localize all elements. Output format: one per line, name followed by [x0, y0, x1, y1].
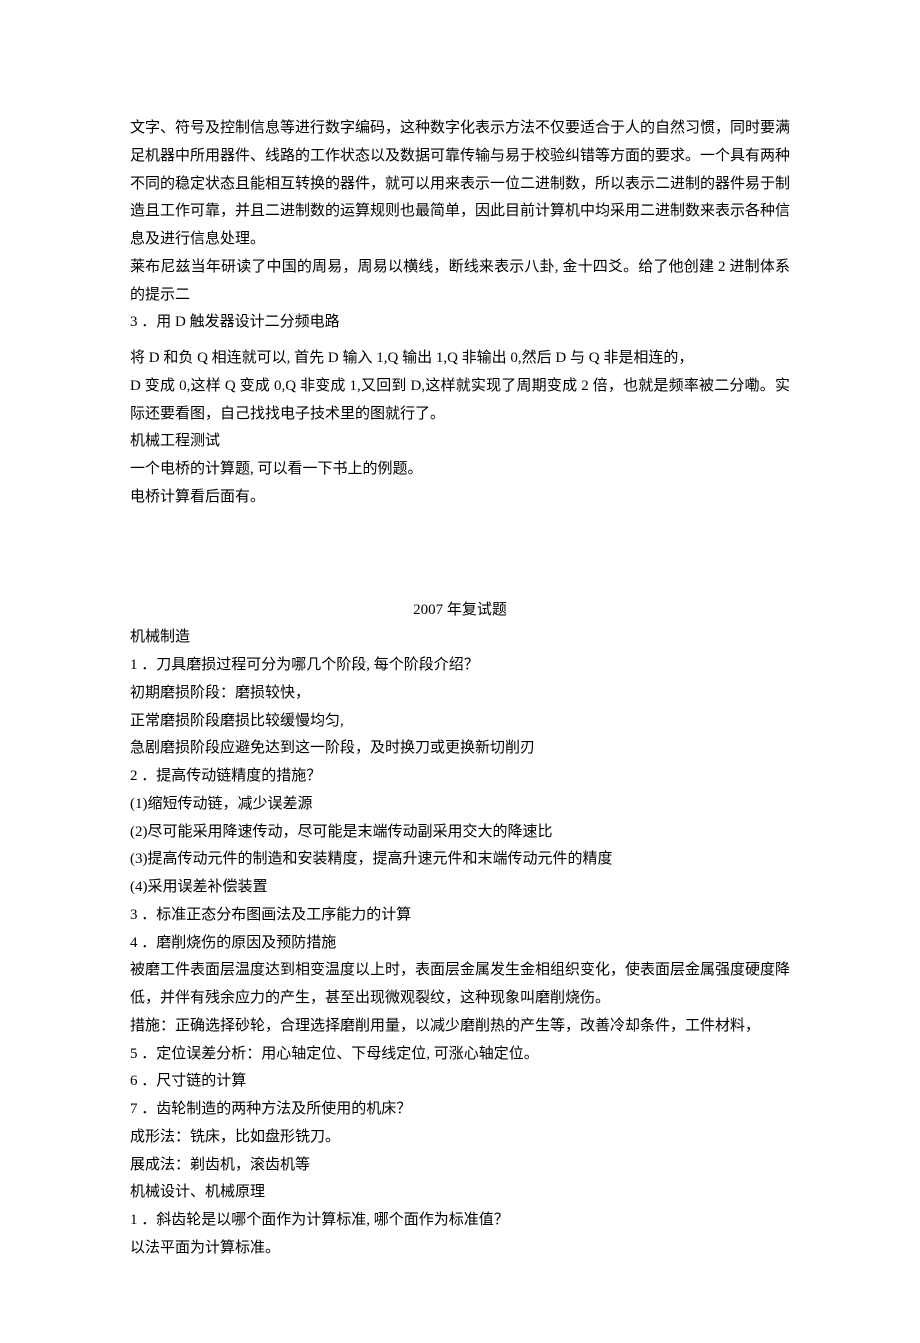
paragraph: 1 ．刀具磨损过程可分为哪几个阶段, 每个阶段介绍？ — [130, 652, 790, 680]
section-heading: 2007 年复试题 — [130, 597, 790, 625]
paragraph: 机械工程测试 — [130, 428, 790, 456]
paragraph: 4 ．磨削烧伤的原因及预防措施 — [130, 930, 790, 958]
paragraph: 一个电桥的计算题, 可以看一下书上的例题。 — [130, 456, 790, 484]
paragraph: (3)提高传动元件的制造和安装精度，提高升速元件和末端传动元件的精度 — [130, 846, 790, 874]
document-page: 文字、符号及控制信息等进行数字编码，这种数字化表示方法不仅要适合于人的自然习惯，… — [0, 0, 920, 1343]
paragraph: (1)缩短传动链，减少误差源 — [130, 791, 790, 819]
paragraph: 成形法：铣床，比如盘形铣刀。 — [130, 1124, 790, 1152]
paragraph: 文字、符号及控制信息等进行数字编码，这种数字化表示方法不仅要适合于人的自然习惯，… — [130, 115, 790, 254]
spacer — [130, 512, 790, 597]
paragraph: 机械设计、机械原理 — [130, 1179, 790, 1207]
paragraph: 2 ．提高传动链精度的措施？ — [130, 763, 790, 791]
paragraph: 机械制造 — [130, 624, 790, 652]
paragraph: 莱布尼兹当年研读了中国的周易，周易以横线，断线来表示八卦, 金十四爻。给了他创建… — [130, 254, 790, 310]
paragraph: 3 ．用 D 触发器设计二分频电路 — [130, 309, 790, 337]
paragraph: 措施：正确选择砂轮，合理选择磨削用量，以减少磨削热的产生等，改善冷却条件，工件材… — [130, 1013, 790, 1041]
paragraph: 6 ．尺寸链的计算 — [130, 1068, 790, 1096]
paragraph: 初期磨损阶段：磨损较快， — [130, 680, 790, 708]
paragraph: 3 ．标准正态分布图画法及工序能力的计算 — [130, 902, 790, 930]
paragraph: D 变成 0,这样 Q 变成 0,Q 非变成 1,又回到 D,这样就实现了周期变… — [130, 373, 790, 429]
paragraph: 展成法：剃齿机，滚齿机等 — [130, 1152, 790, 1180]
paragraph: 电桥计算看后面有。 — [130, 484, 790, 512]
paragraph: 5 ．定位误差分析：用心轴定位、下母线定位, 可涨心轴定位。 — [130, 1041, 790, 1069]
paragraph: 1 ．斜齿轮是以哪个面作为计算标准, 哪个面作为标准值？ — [130, 1207, 790, 1235]
paragraph: 将 D 和负 Q 相连就可以, 首先 D 输入 1,Q 输出 1,Q 非输出 0… — [130, 345, 790, 373]
paragraph: 被磨工件表面层温度达到相变温度以上时，表面层金属发生金相组织变化，使表面层金属强… — [130, 957, 790, 1013]
paragraph: (4)采用误差补偿装置 — [130, 874, 790, 902]
paragraph: 正常磨损阶段磨损比较缓慢均匀, — [130, 708, 790, 736]
paragraph: 以法平面为计算标准。 — [130, 1235, 790, 1263]
paragraph: (2)尽可能采用降速传动，尽可能是末端传动副采用交大的降速比 — [130, 819, 790, 847]
spacer — [130, 337, 790, 345]
paragraph: 7 ．齿轮制造的两种方法及所使用的机床？ — [130, 1096, 790, 1124]
paragraph: 急剧磨损阶段应避免达到这一阶段，及时换刀或更换新切削刃 — [130, 735, 790, 763]
